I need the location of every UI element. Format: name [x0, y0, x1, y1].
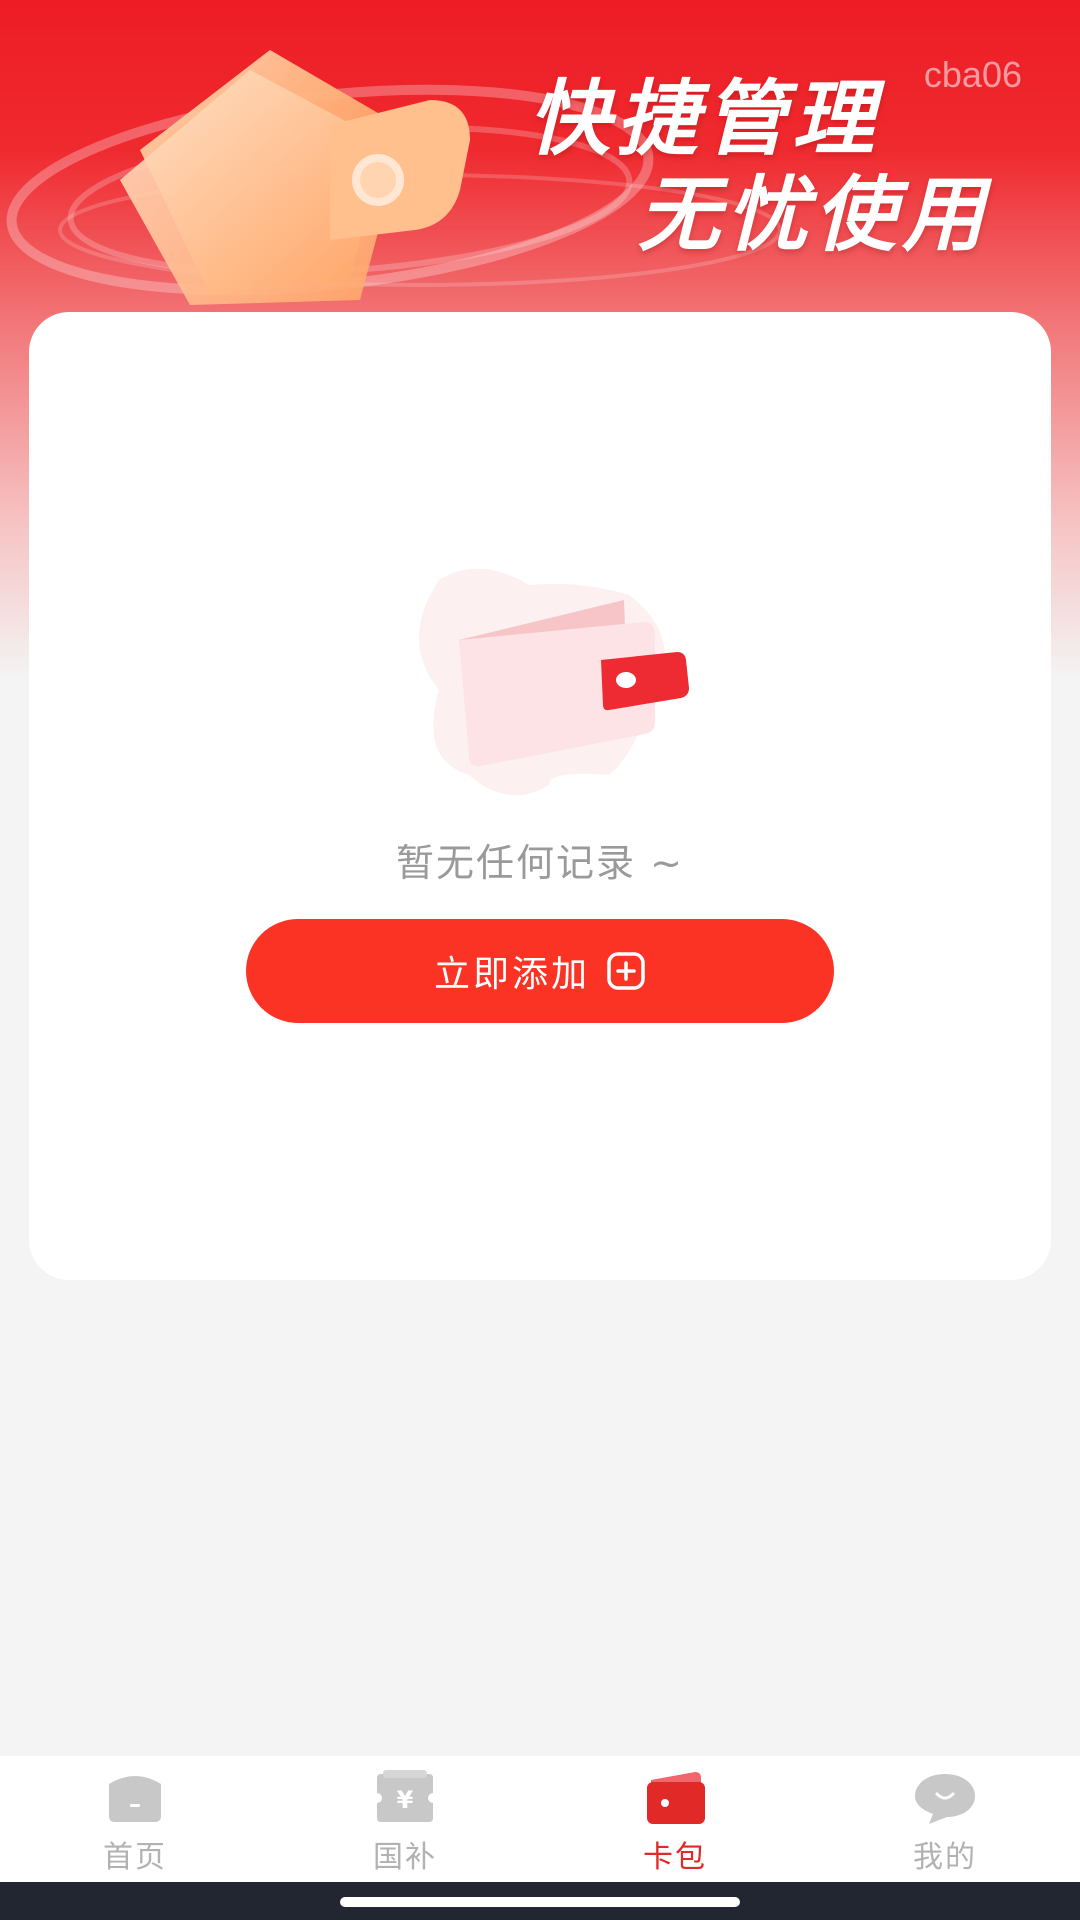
add-button-label: 立即添加	[433, 954, 590, 995]
empty-wallet-icon	[419, 568, 689, 796]
tab-label-home: 首页	[103, 1840, 167, 1875]
yen-ticket-icon: ¥	[372, 1770, 438, 1822]
tab-card-wallet[interactable]: 卡包	[540, 1756, 810, 1882]
tab-subsidy[interactable]: ¥ 国补	[270, 1756, 540, 1882]
chat-bubble-icon	[915, 1774, 975, 1824]
tab-label-mine: 我的	[913, 1840, 977, 1875]
tab-label-subsidy: 国补	[373, 1840, 437, 1875]
home-icon	[109, 1776, 161, 1822]
empty-state-card: 暂无任何记录 ~ 立即添加	[29, 312, 1051, 1280]
env-tag: cba06	[923, 54, 1022, 95]
tab-home[interactable]: 首页	[0, 1756, 270, 1882]
svg-text:¥: ¥	[397, 1786, 414, 1814]
empty-message: 暂无任何记录 ~	[396, 841, 684, 885]
plus-square-icon	[607, 952, 645, 990]
add-now-button[interactable]: 立即添加	[246, 919, 834, 1023]
tab-label-card-wallet: 卡包	[643, 1840, 707, 1875]
home-indicator[interactable]	[340, 1897, 740, 1907]
slogan-line-2: 无忧使用	[638, 168, 990, 263]
wallet-icon	[647, 1772, 705, 1824]
tab-mine[interactable]: 我的	[810, 1756, 1080, 1882]
bottom-tab-bar: 首页 ¥ 国补 卡包 我的	[0, 1756, 1080, 1882]
wallet-3d-icon	[120, 50, 470, 305]
